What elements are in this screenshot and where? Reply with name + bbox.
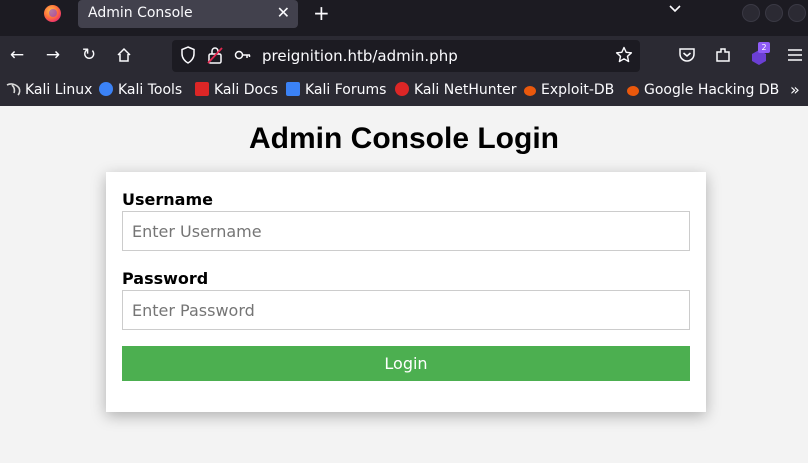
minimize-button[interactable] [742,4,760,22]
bookmark-label: Kali Forums [305,82,387,98]
home-icon[interactable] [113,44,135,69]
tab-list-chevron-icon[interactable] [668,2,682,18]
tab-close-icon[interactable]: ✕ [277,3,290,22]
nethunter-icon [395,82,409,96]
bookmark-label: Kali Linux [25,82,93,98]
navigation-toolbar: ← → ↻ preignition.htb/admin.php 2 [0,36,808,76]
password-label: Password [122,269,209,288]
kali-dragon-icon [6,82,21,96]
bookmark-kali-nethunter[interactable]: Kali NetHunter [395,82,516,98]
exploit-db-icon [524,86,536,96]
forward-icon[interactable]: → [42,44,64,66]
key-icon[interactable] [234,46,252,69]
kali-forums-icon [286,82,300,96]
bookmark-star-icon[interactable] [615,46,633,69]
close-window-button[interactable] [788,4,806,22]
extension-badge: 2 [758,42,770,53]
extensions-icon[interactable] [712,44,734,70]
address-bar[interactable]: preignition.htb/admin.php [172,40,640,72]
bookmark-kali-docs[interactable]: Kali Docs [195,82,278,98]
login-form: Username Password Login [106,172,706,412]
bookmark-label: Kali NetHunter [414,82,517,98]
username-label: Username [122,190,213,209]
page-title: Admin Console Login [249,122,559,155]
tab-admin-console[interactable]: Admin Console ✕ [78,0,298,28]
bookmarks-toolbar: Kali Linux Kali Tools Kali Docs Kali For… [0,76,808,106]
kali-docs-icon [195,82,209,96]
bookmark-exploit-db[interactable]: Exploit-DB [524,82,614,98]
tab-title: Admin Console [88,5,193,21]
pocket-icon[interactable] [676,44,698,70]
new-tab-button[interactable]: + [313,1,330,25]
bookmark-kali-tools[interactable]: Kali Tools [99,82,182,98]
kali-tools-icon [99,82,113,96]
bookmark-label: Exploit-DB [541,82,615,98]
url-text[interactable]: preignition.htb/admin.php [262,47,458,65]
bookmark-label: Google Hacking DB [644,82,780,98]
bookmark-kali-forums[interactable]: Kali Forums [286,82,386,98]
menu-icon[interactable] [784,44,806,68]
tab-bar: Admin Console ✕ + [0,0,808,36]
page-content: Admin Console Login Username Password Lo… [0,106,808,463]
shield-icon[interactable] [180,46,196,69]
bookmark-label: Kali Docs [214,82,279,98]
login-button[interactable]: Login [122,346,690,381]
insecure-lock-icon[interactable] [207,46,223,69]
password-input[interactable] [122,290,690,330]
bookmark-label: Kali Tools [118,82,183,98]
firefox-icon[interactable] [44,5,61,22]
bookmark-kali-linux[interactable]: Kali Linux [6,82,92,98]
reload-icon[interactable]: ↻ [78,44,100,66]
bookmark-google-hacking-db[interactable]: Google Hacking DB [627,82,779,98]
bookmarks-overflow-icon[interactable]: » [790,80,800,99]
maximize-button[interactable] [765,4,783,22]
ghdb-icon [627,86,639,96]
username-input[interactable] [122,211,690,251]
back-icon[interactable]: ← [6,44,28,66]
